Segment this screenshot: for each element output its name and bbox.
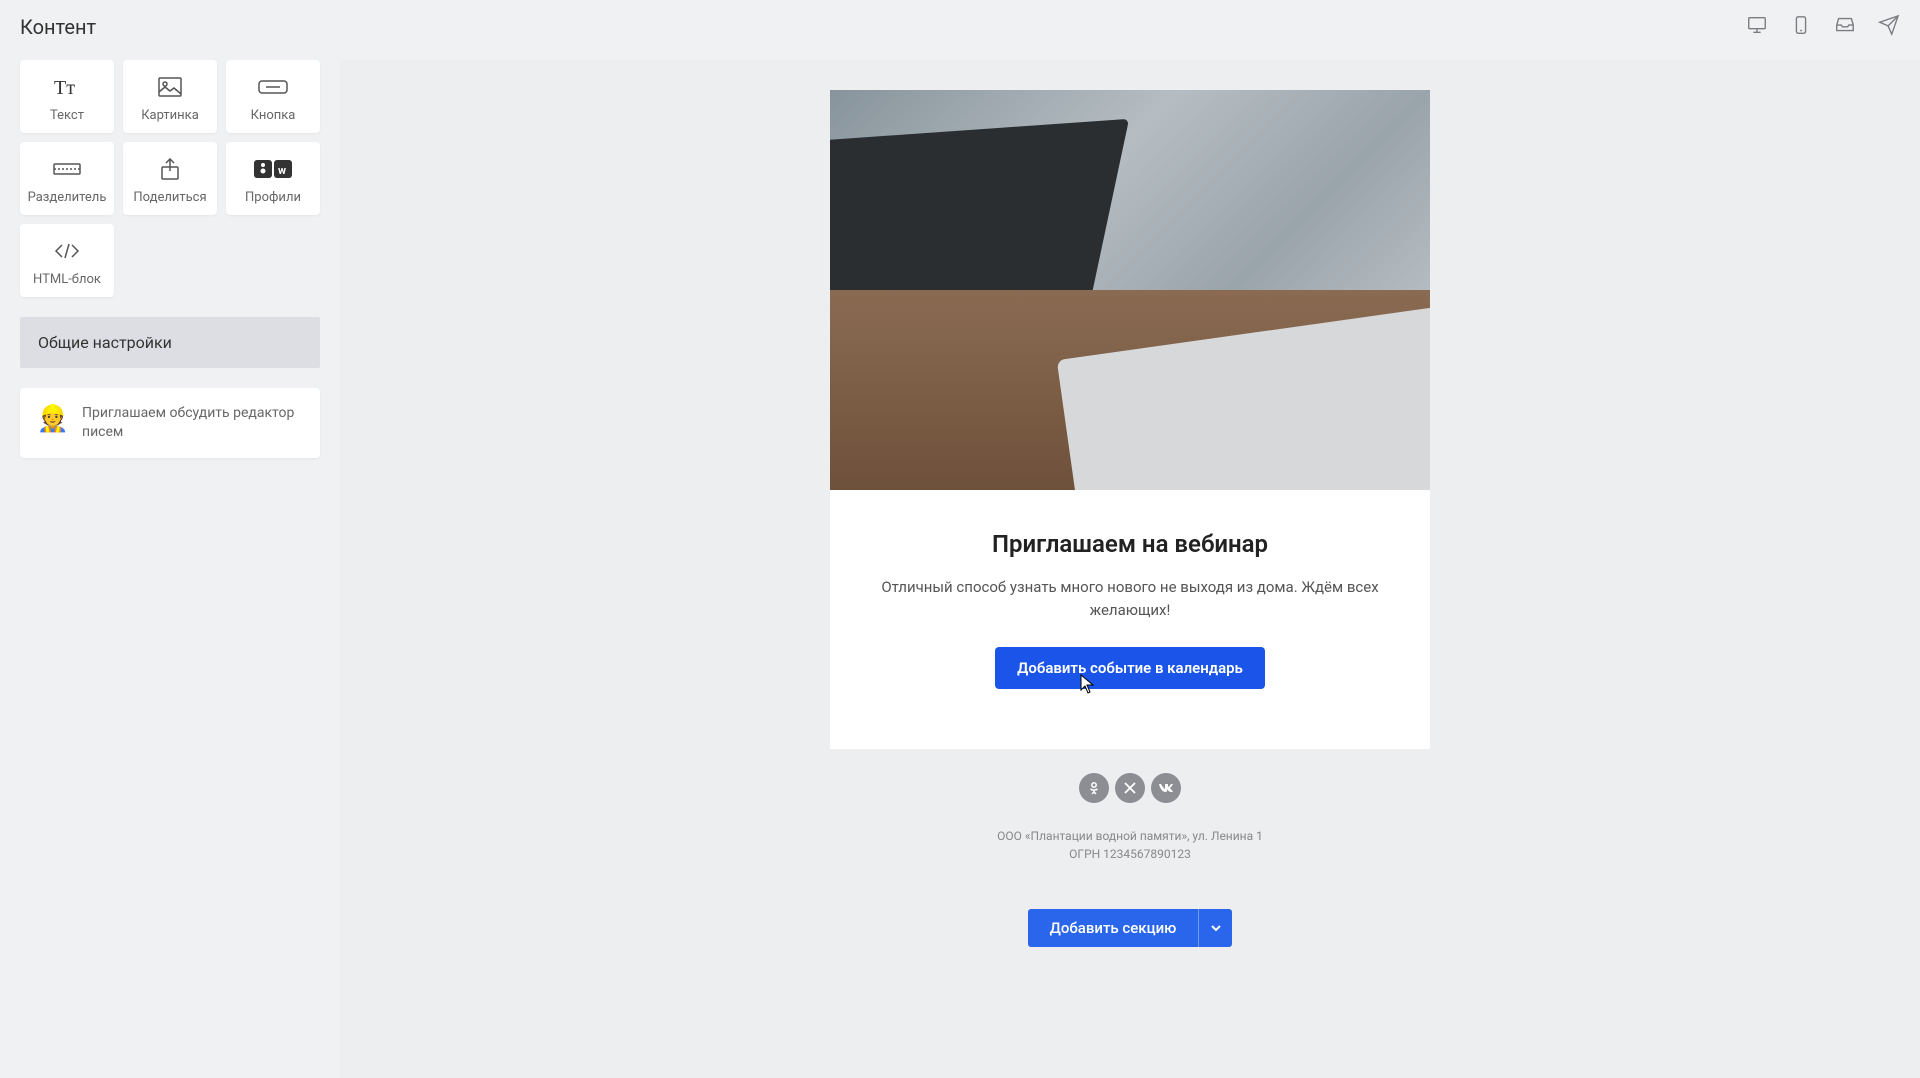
canvas: Приглашаем на вебинар Отличный способ уз… (340, 60, 1920, 1078)
email-body: Приглашаем на вебинар Отличный способ уз… (830, 490, 1430, 749)
worker-emoji-icon: 👷 (38, 404, 68, 434)
social-ok-icon[interactable] (1079, 773, 1109, 803)
footer-line1: ООО «Плантации водной памяти», ул. Ленин… (830, 827, 1430, 845)
header: Контент (0, 0, 1920, 50)
block-label: Текст (50, 108, 84, 123)
page-title: Контент (20, 15, 96, 39)
mobile-icon[interactable] (1790, 14, 1812, 40)
inbox-icon[interactable] (1834, 14, 1856, 40)
image-icon (158, 74, 182, 100)
button-icon (258, 74, 288, 100)
email-text[interactable]: Отличный способ узнать много нового не в… (870, 576, 1390, 621)
block-profiles[interactable]: w Профили (226, 142, 320, 215)
block-text[interactable]: Tт Текст (20, 60, 114, 133)
email-title[interactable]: Приглашаем на вебинар (870, 530, 1390, 558)
share-icon (160, 156, 180, 182)
profiles-icon: w (253, 156, 293, 182)
block-label: Разделитель (28, 190, 107, 205)
cta-button[interactable]: Добавить событие в календарь (995, 647, 1265, 689)
divider-icon (53, 156, 81, 182)
add-section-button[interactable]: Добавить секцию (1028, 909, 1199, 947)
footer-text[interactable]: ООО «Плантации водной памяти», ул. Ленин… (830, 827, 1430, 863)
hero-image[interactable] (830, 90, 1430, 490)
footer-line2: ОГРН 1234567890123 (830, 845, 1430, 863)
email-footer: ООО «Плантации водной памяти», ул. Ленин… (830, 749, 1430, 873)
settings-header[interactable]: Общие настройки (20, 317, 320, 368)
block-label: Поделиться (133, 190, 206, 205)
block-image[interactable]: Картинка (123, 60, 217, 133)
code-icon (54, 238, 80, 264)
sidebar: Tт Текст Картинка Кнопка Разделитель (20, 60, 320, 458)
svg-text:Tт: Tт (54, 77, 75, 98)
desktop-icon[interactable] (1746, 14, 1768, 40)
block-html[interactable]: HTML-блок (20, 224, 114, 297)
add-section: Добавить секцию (1028, 909, 1233, 947)
social-row (830, 773, 1430, 803)
block-divider[interactable]: Разделитель (20, 142, 114, 215)
block-palette: Tт Текст Картинка Кнопка Разделитель (20, 60, 320, 297)
block-label: Профили (245, 190, 301, 205)
add-section-dropdown[interactable] (1198, 909, 1232, 947)
email-card[interactable]: Приглашаем на вебинар Отличный способ уз… (830, 90, 1430, 749)
feedback-card[interactable]: 👷 Приглашаем обсудить редактор писем (20, 388, 320, 458)
block-button[interactable]: Кнопка (226, 60, 320, 133)
svg-text:w: w (278, 164, 286, 177)
send-icon[interactable] (1878, 14, 1900, 40)
block-label: Кнопка (251, 108, 296, 123)
text-icon: Tт (54, 74, 80, 100)
social-vk-icon[interactable] (1151, 773, 1181, 803)
header-icons (1746, 14, 1900, 40)
block-share[interactable]: Поделиться (123, 142, 217, 215)
block-label: Картинка (141, 108, 199, 123)
feedback-text: Приглашаем обсудить редактор писем (82, 404, 302, 442)
block-label: HTML-блок (33, 272, 101, 287)
social-x-icon[interactable] (1115, 773, 1145, 803)
